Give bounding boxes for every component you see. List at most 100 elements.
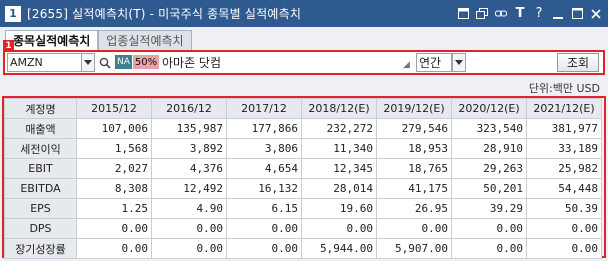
- column-header[interactable]: 2018/12(E): [301, 98, 377, 119]
- table-cell: 25,982: [526, 158, 602, 179]
- table-cell: 1,568: [76, 138, 152, 159]
- row-label: DPS: [4, 218, 77, 239]
- row-label: EBITDA: [4, 178, 77, 199]
- chevron-down-icon: [84, 60, 92, 65]
- table-cell: 3,892: [151, 138, 227, 159]
- table-cell: 1.25: [76, 198, 152, 219]
- screen-number: 1: [5, 5, 21, 22]
- estimates-table: 계정명 2015/12 2016/12 2017/12 2018/12(E) 2…: [4, 98, 602, 259]
- table-cell: 16,132: [226, 178, 302, 199]
- column-header[interactable]: 2021/12(E): [526, 98, 602, 119]
- table-cell: 26.95: [376, 198, 452, 219]
- title-tools: T ?: [457, 0, 602, 27]
- table-cell: 4,654: [226, 158, 302, 179]
- table-row[interactable]: EPS 1.25 4.90 6.15 19.60 26.95 39.29 50.39: [4, 198, 602, 219]
- table-cell: 5,907.00: [376, 238, 452, 259]
- table-row[interactable]: EBIT 2,027 4,376 4,654 12,345 18,765 29,263 25,…: [4, 158, 602, 179]
- table-cell: 107,006: [76, 118, 152, 139]
- table-cell: 41,175: [376, 178, 452, 199]
- table-row[interactable]: 매출액 107,006 135,987 177,866 232,272 279,546 32…: [4, 118, 602, 139]
- table-cell: 0.00: [76, 218, 152, 239]
- table-cell: 381,977: [526, 118, 602, 139]
- chevron-down-icon: [455, 60, 463, 65]
- table-cell: 135,987: [151, 118, 227, 139]
- table-cell: 2,027: [76, 158, 152, 179]
- table-cell: 0.00: [451, 218, 527, 239]
- na-badge: NA: [115, 55, 132, 69]
- table-cell: 54,448: [526, 178, 602, 199]
- column-header[interactable]: 2015/12: [76, 98, 152, 119]
- table-row[interactable]: EBITDA 8,308 12,492 16,132 28,014 41,175 50,20…: [4, 178, 602, 199]
- table-cell: 323,540: [451, 118, 527, 139]
- close-icon[interactable]: [590, 7, 602, 21]
- unit-label: 단위:백만 USD: [528, 82, 600, 95]
- table-cell: 28,910: [451, 138, 527, 159]
- copy-icon[interactable]: [476, 7, 488, 21]
- table-cell: 0.00: [376, 218, 452, 239]
- table-cell: 0.00: [151, 218, 227, 239]
- row-label: 장기성장률: [4, 238, 77, 259]
- tab-stock-estimates[interactable]: 종목실적예측치: [5, 30, 99, 50]
- table-cell: 33,189: [526, 138, 602, 159]
- column-header[interactable]: 2017/12: [226, 98, 302, 119]
- row-label: EBIT: [4, 158, 77, 179]
- table-cell: 5,944.00: [301, 238, 377, 259]
- table-row[interactable]: 세전이익 1,568 3,892 3,806 11,340 18,953 28,910 33,…: [4, 138, 602, 159]
- table-cell: 11,340: [301, 138, 377, 159]
- tab-bar: 종목실적예측치 업종실적예측치: [5, 30, 192, 50]
- help-icon[interactable]: ?: [533, 6, 545, 21]
- period-dropdown-button[interactable]: [452, 53, 466, 72]
- stock-name: 아마존 닷컴: [162, 56, 222, 70]
- table-cell: 39.29: [451, 198, 527, 219]
- table-cell: 0.00: [76, 238, 152, 259]
- minimize-icon[interactable]: [552, 7, 564, 21]
- table-cell: 279,546: [376, 118, 452, 139]
- window-titlebar: 1 [2655] 실적예측치(T) - 미국주식 종목별 실적예측치 T ?: [0, 0, 608, 27]
- table-cell: 4.90: [151, 198, 227, 219]
- table-cell: 177,866: [226, 118, 302, 139]
- query-toolbar: AMZN NA 50% 아마존 닷컴 ◢ 연간 조회: [5, 52, 603, 73]
- window-icon[interactable]: [457, 7, 469, 21]
- table-cell: 12,345: [301, 158, 377, 179]
- table-cell: 4,376: [151, 158, 227, 179]
- table-cell: 0.00: [451, 238, 527, 259]
- code-dropdown-button[interactable]: [81, 53, 95, 72]
- column-header[interactable]: 2016/12: [151, 98, 227, 119]
- table-cell: 8,308: [76, 178, 152, 199]
- maximize-icon[interactable]: [571, 7, 583, 21]
- table-cell: 232,272: [301, 118, 377, 139]
- table-cell: 12,492: [151, 178, 227, 199]
- query-button[interactable]: 조회: [557, 53, 599, 72]
- table-cell: 0.00: [226, 218, 302, 239]
- resize-grip-icon: ◢: [403, 60, 410, 70]
- table-cell: 50.39: [526, 198, 602, 219]
- period-select[interactable]: 연간: [416, 53, 452, 72]
- table-cell: 19.60: [301, 198, 377, 219]
- margin-rate-badge: 50%: [133, 55, 159, 69]
- column-header[interactable]: 2019/12(E): [376, 98, 452, 119]
- search-icon: [99, 57, 111, 69]
- column-header: 계정명: [4, 98, 77, 119]
- table-row[interactable]: DPS 0.00 0.00 0.00 0.00 0.00 0.00 0.00: [4, 218, 602, 239]
- table-row[interactable]: 장기성장률 0.00 0.00 0.00 5,944.00 5,907.00 0.00 0.0…: [4, 238, 602, 259]
- table-cell: 0.00: [526, 218, 602, 239]
- font-icon[interactable]: T: [514, 6, 526, 21]
- tab-industry-estimates[interactable]: 업종실적예측치: [98, 30, 192, 50]
- table-header-row: 계정명 2015/12 2016/12 2017/12 2018/12(E) 2…: [4, 98, 602, 119]
- table-cell: 29,263: [451, 158, 527, 179]
- column-header[interactable]: 2020/12(E): [451, 98, 527, 119]
- table-cell: 0.00: [226, 238, 302, 259]
- table-cell: 28,014: [301, 178, 377, 199]
- table-cell: 50,201: [451, 178, 527, 199]
- table-cell: 18,953: [376, 138, 452, 159]
- row-label: 매출액: [4, 118, 77, 139]
- row-label: 세전이익: [4, 138, 77, 159]
- table-cell: 18,765: [376, 158, 452, 179]
- row-label: EPS: [4, 198, 77, 219]
- table-cell: 6.15: [226, 198, 302, 219]
- table-cell: 0.00: [301, 218, 377, 239]
- table-cell: 3,806: [226, 138, 302, 159]
- search-button[interactable]: [97, 53, 113, 72]
- link-icon[interactable]: [495, 7, 507, 21]
- table-cell: 0.00: [526, 238, 602, 259]
